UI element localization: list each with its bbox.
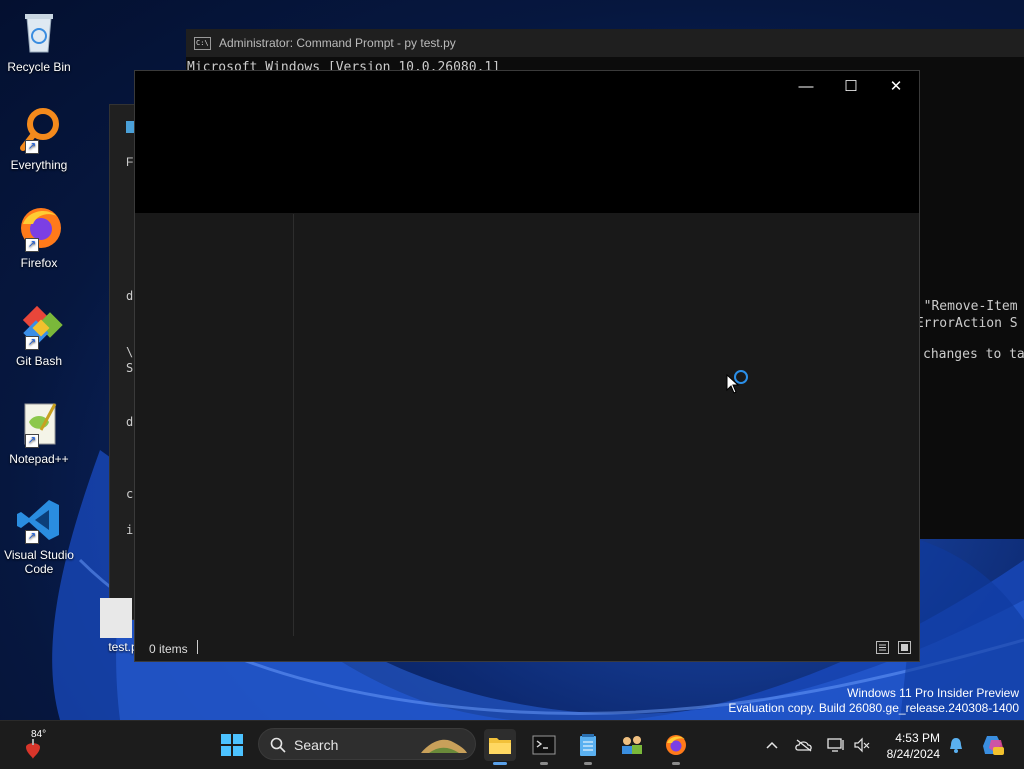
notepad-plus-plus-icon: ↗ bbox=[15, 400, 63, 448]
shortcut-arrow-icon: ↗ bbox=[25, 336, 39, 350]
desktop-icon-label-line1: Visual Studio bbox=[4, 548, 74, 562]
start-icon bbox=[221, 734, 243, 756]
notifications-button[interactable] bbox=[946, 735, 966, 755]
file-explorer-icon bbox=[489, 738, 511, 754]
text-fragment: c bbox=[126, 487, 134, 501]
desktop-icon-recycle-bin[interactable]: Recycle Bin bbox=[4, 8, 74, 74]
people-icon bbox=[622, 736, 642, 754]
evaluation-watermark: Windows 11 Pro Insider Preview Evaluatio… bbox=[728, 686, 1019, 716]
firefox-icon bbox=[666, 735, 686, 755]
shortcut-arrow-icon: ↗ bbox=[25, 238, 39, 252]
tiles-view-button[interactable] bbox=[898, 641, 911, 654]
recycle-bin-icon bbox=[15, 8, 63, 56]
cmd-icon: C:\ bbox=[194, 36, 211, 50]
running-indicator bbox=[672, 762, 680, 765]
desktop-icon-label: Firefox bbox=[20, 256, 58, 270]
display-network-icon bbox=[827, 738, 844, 752]
search-icon bbox=[270, 737, 286, 753]
onedrive-tray[interactable] bbox=[794, 735, 814, 755]
content-pane[interactable] bbox=[294, 214, 919, 636]
text-fragment: d bbox=[126, 415, 134, 429]
search-highlight-icon bbox=[421, 739, 467, 753]
taskbar-firefox[interactable] bbox=[660, 729, 692, 765]
desktop-icon-label: Notepad++ bbox=[9, 452, 69, 466]
shortcut-arrow-icon: ↗ bbox=[25, 434, 39, 448]
desktop-icon-notepad-plus-plus[interactable]: ↗ Notepad++ bbox=[4, 400, 74, 466]
bell-icon bbox=[950, 738, 962, 753]
desktop-icon-label-line2: Code bbox=[24, 562, 54, 576]
running-indicator bbox=[584, 762, 592, 765]
desktop-icon-everything[interactable]: ↗ Everything bbox=[4, 106, 74, 172]
maximize-button[interactable]: ☐ bbox=[828, 71, 874, 101]
watermark-line2: Evaluation copy. Build 26080.ge_release.… bbox=[728, 701, 1019, 715]
window-header[interactable]: — ☐ ✕ bbox=[135, 71, 919, 213]
desktop-icon-firefox[interactable]: ↗ Firefox bbox=[4, 204, 74, 270]
details-view-button[interactable] bbox=[876, 641, 889, 654]
taskbar-file-explorer[interactable] bbox=[484, 729, 516, 765]
file-icon bbox=[100, 598, 132, 638]
text-fragment: S bbox=[126, 361, 134, 375]
navigation-pane[interactable] bbox=[135, 214, 294, 636]
shortcut-arrow-icon: ↗ bbox=[25, 530, 39, 544]
copilot-icon bbox=[983, 736, 1004, 755]
desktop-icon-git-bash[interactable]: ↗ Git Bash bbox=[4, 302, 74, 368]
taskbar-search[interactable]: Search bbox=[258, 728, 476, 760]
cmd-line: -ErrorAction S bbox=[908, 316, 1018, 331]
firefox-icon: ↗ bbox=[15, 204, 63, 252]
cmd-line: changes to ta bbox=[923, 347, 1024, 362]
status-separator bbox=[197, 640, 198, 654]
weather-widget[interactable]: 84° bbox=[22, 729, 52, 761]
text-fragment: \ bbox=[126, 345, 134, 359]
taskbar-notepad[interactable] bbox=[572, 729, 604, 765]
start-button[interactable] bbox=[216, 729, 248, 761]
cmd-title-bar[interactable]: C:\ Administrator: Command Prompt - py t… bbox=[186, 29, 1024, 57]
item-count: 0 items bbox=[149, 642, 188, 656]
active-indicator bbox=[493, 762, 507, 765]
notepad-icon bbox=[580, 734, 596, 756]
watermark-line1: Windows 11 Pro Insider Preview bbox=[847, 686, 1019, 700]
vscode-icon: ↗ bbox=[15, 496, 63, 544]
taskbar-clock[interactable]: 4:53 PM 8/24/2024 bbox=[878, 730, 940, 762]
desktop-icon-label: Git Bash bbox=[15, 354, 63, 368]
shortcut-arrow-icon: ↗ bbox=[25, 140, 39, 154]
show-hidden-icons-button[interactable] bbox=[762, 735, 782, 755]
chevron-up-icon bbox=[766, 741, 778, 749]
taskbar-people[interactable] bbox=[616, 729, 648, 761]
cloud-off-icon bbox=[795, 739, 812, 752]
text-fragment: d bbox=[126, 289, 134, 303]
running-indicator bbox=[540, 762, 548, 765]
everything-search-icon: ↗ bbox=[15, 106, 63, 154]
status-bar: 0 items bbox=[135, 637, 919, 661]
taskbar-terminal[interactable] bbox=[528, 729, 560, 765]
desktop-icon-label: Everything bbox=[10, 158, 68, 172]
clock-time: 4:53 PM bbox=[895, 731, 940, 745]
volume-tray[interactable] bbox=[852, 735, 872, 755]
text-fragment: i bbox=[126, 523, 134, 537]
cmd-title: Administrator: Command Prompt - py test.… bbox=[219, 36, 456, 50]
weather-temp: 84° bbox=[31, 729, 47, 740]
copilot-button[interactable] bbox=[980, 735, 1006, 755]
desktop-icon-label: Recycle Bin bbox=[7, 60, 71, 74]
cmd-line: d "Remove-Item bbox=[908, 299, 1018, 314]
loading-spinner-icon bbox=[734, 370, 748, 384]
search-label: Search bbox=[294, 737, 339, 753]
taskbar: 84° Search 4:53 PM 8/24/2024 bbox=[0, 720, 1024, 769]
volume-muted-icon bbox=[854, 737, 870, 753]
git-bash-icon: ↗ bbox=[15, 302, 63, 350]
clock-date: 8/24/2024 bbox=[886, 747, 940, 761]
minimize-button[interactable]: — bbox=[783, 71, 829, 101]
close-button[interactable]: ✕ bbox=[873, 71, 919, 101]
terminal-icon bbox=[532, 735, 556, 755]
desktop-icon-vscode[interactable]: ↗ Visual Studio Code bbox=[4, 496, 74, 576]
file-explorer-window[interactable]: — ☐ ✕ 0 items bbox=[134, 70, 920, 662]
weather-icon bbox=[26, 739, 40, 759]
network-tray[interactable] bbox=[826, 735, 846, 755]
